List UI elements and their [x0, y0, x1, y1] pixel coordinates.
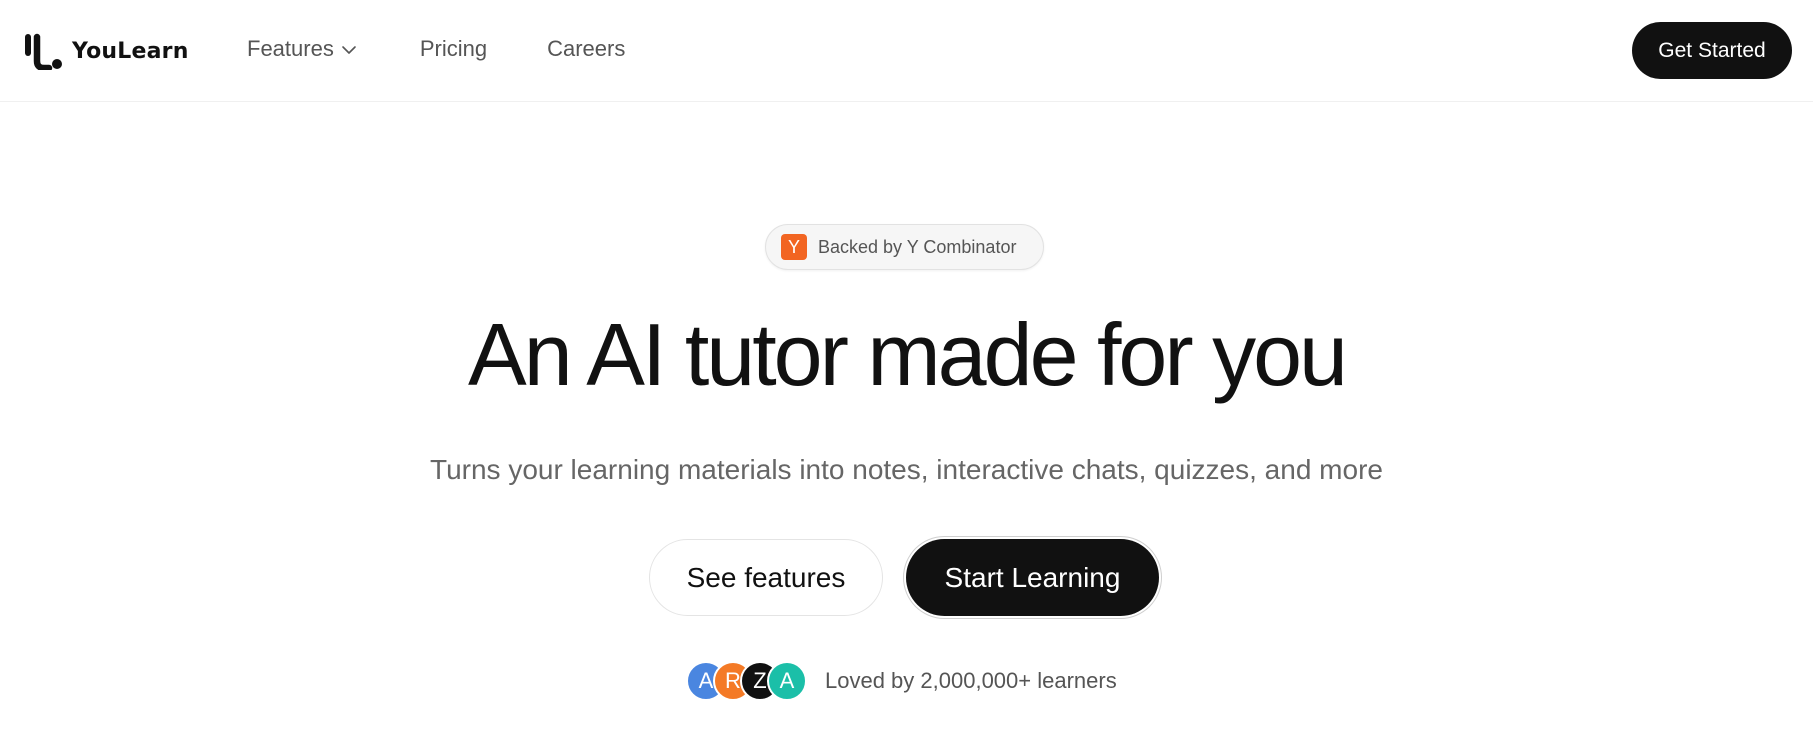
social-proof-text: Loved by 2,000,000+ learners	[825, 668, 1117, 693]
yc-badge[interactable]: Y Backed by Y Combinator	[765, 224, 1044, 270]
hero-title: An AI tutor made for you	[468, 305, 1348, 404]
hero-subtitle: Turns your learning materials into notes…	[430, 454, 1383, 485]
youlearn-logo[interactable]: YouLearn	[24, 32, 189, 70]
get-started-button[interactable]: Get Started	[1632, 22, 1792, 79]
social-proof: A R Z A Loved by 2,000,000+ learners	[686, 661, 1117, 701]
site-header: YouLearn Features Pricing Careers Get St…	[0, 0, 1813, 102]
nav-careers-label: Careers	[547, 36, 626, 61]
chevron-down-icon	[342, 46, 356, 54]
see-features-button[interactable]: See features	[649, 539, 883, 616]
avatar-stack: A R Z A	[686, 661, 807, 701]
nav-features[interactable]: Features	[247, 36, 358, 62]
start-learning-button[interactable]: Start Learning	[906, 539, 1159, 616]
avatar: A	[767, 661, 807, 701]
nav-pricing-label: Pricing	[419, 36, 488, 61]
nav-features-label: Features	[247, 36, 334, 61]
youlearn-logo-icon	[25, 33, 62, 70]
logo-text: YouLearn	[72, 38, 189, 64]
main-nav: Features Pricing Careers	[247, 36, 625, 62]
nav-pricing[interactable]: Pricing	[420, 36, 487, 62]
y-combinator-logo-icon: Y	[781, 234, 807, 260]
yc-badge-text: Backed by Y Combinator	[818, 236, 1017, 257]
nav-careers[interactable]: Careers	[547, 36, 625, 62]
